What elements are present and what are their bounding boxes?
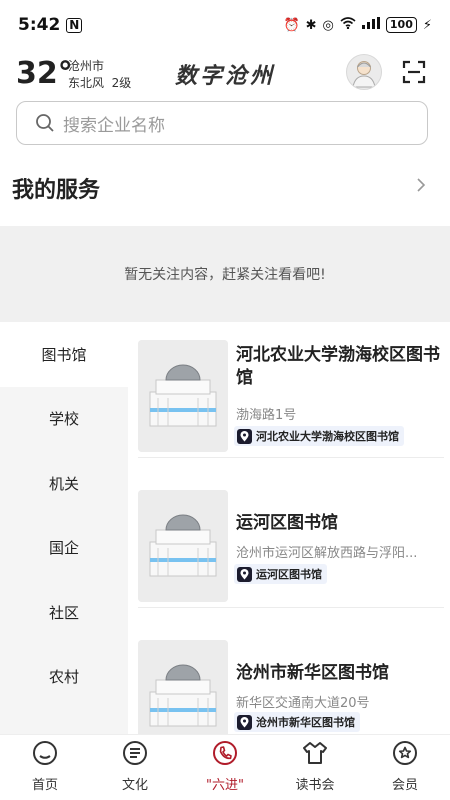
library-tag: 沧州市新华区图书馆 [234, 712, 360, 732]
nav-label: 会员 [391, 778, 418, 793]
charging-icon: ⚡ [422, 17, 432, 33]
nav-label: "六进" [206, 778, 244, 793]
library-tag: 河北农业大学渤海校区图书馆 [234, 426, 404, 446]
nav-item-home[interactable]: 首页 [0, 735, 90, 800]
chevron-right-icon [417, 178, 426, 192]
home-icon [33, 741, 57, 765]
list-item[interactable]: 运河区图书馆 沧州市运河区解放西路与浮阳... 运河区图书馆 [138, 490, 444, 608]
member-icon [393, 741, 417, 765]
library-tag-label: 运河区图书馆 [256, 568, 322, 581]
library-name: 河北农业大学渤海校区图书馆 [236, 345, 440, 388]
avatar[interactable] [346, 54, 382, 90]
empty-services-banner: 暂无关注内容，赶紧关注看看吧! [0, 226, 450, 322]
library-address: 新华区交通南大道20号 [236, 696, 370, 711]
category-item-school[interactable]: 学校 [0, 387, 128, 452]
location-pin-icon [237, 566, 252, 582]
search-placeholder: 搜索企业名称 [63, 115, 165, 136]
status-time: 5:42 [18, 15, 61, 35]
scan-button[interactable] [402, 60, 426, 84]
search-icon [36, 114, 54, 132]
location-pin-icon [237, 714, 252, 730]
reading-club-icon [303, 742, 327, 764]
temperature: 32° [16, 56, 73, 91]
library-tag-label: 河北农业大学渤海校区图书馆 [256, 430, 399, 443]
category-item-library[interactable]: 图书馆 [0, 322, 128, 387]
library-thumbnail [138, 340, 228, 452]
category-item-village[interactable]: 农村 [0, 645, 128, 710]
hotspot-icon: ◎ [322, 17, 334, 33]
category-list: 图书馆 学校 机关 国企 社区 农村 [0, 322, 128, 734]
services-more-button[interactable] [414, 175, 428, 195]
user-avatar-icon [352, 61, 376, 88]
nav-item-liujin[interactable]: "六进" [180, 735, 270, 800]
nfc-icon: N [66, 17, 83, 33]
location-pin-icon [237, 428, 252, 444]
nav-item-reading-club[interactable]: 读书会 [270, 735, 360, 800]
battery-indicator: 100 [385, 17, 417, 33]
culture-icon [123, 741, 147, 765]
category-item-state-enterprise[interactable]: 国企 [0, 516, 128, 581]
nav-item-member[interactable]: 会员 [360, 735, 450, 800]
category-item-government[interactable]: 机关 [0, 451, 128, 516]
nav-item-culture[interactable]: 文化 [90, 735, 180, 800]
wind-info: 东北风 2级 [68, 76, 132, 90]
nav-label: 读书会 [295, 778, 335, 793]
list-item[interactable]: 沧州市新华区图书馆 新华区交通南大道20号 沧州市新华区图书馆 [138, 640, 444, 734]
nav-label: 首页 [31, 778, 58, 793]
status-bar: 5:42 N ⏰ ✱ ◎ 100 ⚡ [0, 0, 450, 50]
app-title: 数字沧州 [174, 63, 275, 89]
city-name: 沧州市 [68, 59, 105, 73]
library-thumbnail [138, 490, 228, 602]
alarm-icon: ⏰ [283, 17, 300, 33]
nav-label: 文化 [121, 778, 148, 793]
wifi-icon [340, 17, 356, 33]
bottom-nav: 首页 文化 "六进" 读书会 会员 [0, 734, 450, 800]
empty-text: 暂无关注内容，赶紧关注看看吧! [124, 267, 326, 283]
list-item[interactable]: 河北农业大学渤海校区图书馆 渤海路1号 河北农业大学渤海校区图书馆 [138, 340, 444, 458]
category-item-community[interactable]: 社区 [0, 580, 128, 645]
library-name: 运河区图书馆 [236, 513, 338, 533]
app-header: 32° 沧州市 东北风 2级 数字沧州 [0, 50, 450, 98]
signal-icon [361, 17, 380, 33]
weather-info: 沧州市 东北风 2级 [68, 58, 131, 92]
library-address: 渤海路1号 [236, 408, 297, 423]
services-title: 我的服务 [12, 178, 101, 203]
scan-icon [402, 60, 426, 84]
search-input[interactable]: 搜索企业名称 [16, 101, 428, 145]
phone-icon [213, 741, 237, 765]
bluetooth-icon: ✱ [305, 17, 317, 33]
library-thumbnail [138, 640, 228, 734]
library-tag-label: 沧州市新华区图书馆 [256, 716, 355, 729]
library-address: 沧州市运河区解放西路与浮阳... [236, 546, 418, 561]
library-name: 沧州市新华区图书馆 [236, 663, 389, 683]
library-list: 河北农业大学渤海校区图书馆 渤海路1号 河北农业大学渤海校区图书馆 运河区图书馆 [128, 322, 450, 734]
library-tag: 运河区图书馆 [234, 564, 327, 584]
